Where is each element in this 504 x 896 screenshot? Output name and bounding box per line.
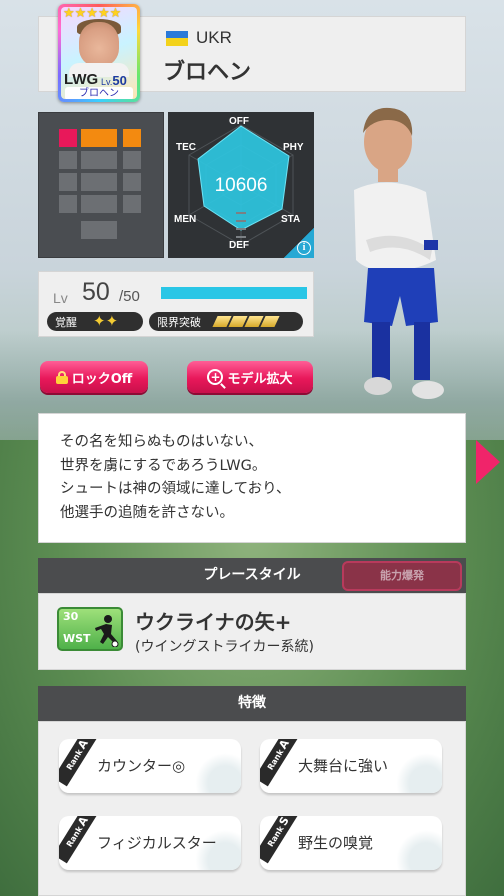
trait-card[interactable]: RankA フィジカルスター xyxy=(59,816,241,870)
trait-label: カウンター◎ xyxy=(97,757,186,775)
formation-cell xyxy=(123,173,141,191)
formation-cell-rwg xyxy=(123,129,141,147)
rank-tag: RankS xyxy=(260,816,302,864)
player-description: その名を知らぬものはいない、 世界を虜にするであろうLWG。 シュートは神の領域… xyxy=(38,413,466,543)
card-level: Lv.50 xyxy=(101,73,127,88)
description-line: 世界を虜にするであろうLWG。 xyxy=(60,457,267,474)
position-formation-map xyxy=(38,112,164,258)
formation-cell xyxy=(59,195,77,213)
lock-icon xyxy=(55,370,68,384)
formation-cell xyxy=(81,195,117,213)
lock-button-label: ロックOff xyxy=(71,371,133,387)
rank-tag: RankA xyxy=(59,739,101,787)
play-style-panel: 30 WST ウクライナの矢+ (ウイングストライカー系統) xyxy=(38,593,466,670)
formation-cell xyxy=(59,173,77,191)
lock-toggle-button[interactable]: ロックOff xyxy=(40,361,148,393)
player-card[interactable]: ★★★★★ LWG Lv.50 ブロヘン xyxy=(58,4,140,102)
formation-cell xyxy=(81,221,117,239)
level-progress-fill xyxy=(161,287,307,299)
formation-cell xyxy=(123,151,141,169)
play-style-name: ウクライナの矢+ xyxy=(135,610,292,634)
description-line: シュートは神の領域に達しており、 xyxy=(60,481,291,497)
level-max: /50 xyxy=(119,288,140,305)
trait-card[interactable]: RankS 野生の嗅覚 xyxy=(260,816,442,870)
description-line: 他選手の追随を許さない。 xyxy=(60,504,234,521)
card-portrait xyxy=(79,22,119,66)
card-name: ブロヘン xyxy=(65,87,133,99)
play-style-subtitle: (ウイングストライカー系統) xyxy=(135,639,314,655)
radar-label-off: OFF xyxy=(229,116,249,127)
info-icon[interactable]: i xyxy=(297,241,311,255)
formation-cell xyxy=(81,151,117,169)
play-style-badge-number: 30 xyxy=(63,610,79,623)
rank-tag: RankA xyxy=(59,816,101,864)
awaken-label: 覚醒 xyxy=(55,315,77,329)
level-label: Lv xyxy=(53,290,68,306)
nation-row: UKR xyxy=(166,28,232,48)
ukraine-flag-icon xyxy=(166,30,188,46)
model-zoom-button[interactable]: + モデル拡大 xyxy=(187,361,313,393)
trait-label: 大舞台に強い xyxy=(298,757,389,775)
formation-cell xyxy=(123,195,141,213)
ability-radar-chart[interactable]: OFF PHY STA DEF MEN TEC 10606 i xyxy=(168,112,314,258)
magnify-plus-icon: + xyxy=(207,369,224,385)
radar-label-sta: STA xyxy=(281,214,301,225)
play-style-badge: 30 WST xyxy=(57,607,123,651)
formation-cell-st xyxy=(81,129,117,147)
level-progress-bar xyxy=(161,287,307,299)
trait-card[interactable]: RankA 大舞台に強い xyxy=(260,739,442,793)
player-3d-model[interactable] xyxy=(350,100,460,420)
radar-label-phy: PHY xyxy=(283,142,304,153)
nation-code: UKR xyxy=(196,28,232,47)
awaken-diamond-icon: ✦✦ xyxy=(93,312,119,330)
radar-label-men: MEN xyxy=(174,214,197,225)
radar-label-tec: TEC xyxy=(176,142,196,153)
traits-header: 特徴 xyxy=(38,686,466,721)
formation-cell xyxy=(81,173,117,191)
awaken-badge: 覚醒 ✦✦ xyxy=(47,312,143,331)
trait-label: フィジカルスター xyxy=(97,834,217,852)
limit-break-label: 限界突破 xyxy=(157,315,201,329)
traits-panel: RankA カウンター◎ RankA 大舞台に強い RankA フィジカルスター… xyxy=(38,721,466,896)
formation-cell-lwg xyxy=(59,129,77,147)
description-line: その名を知らぬものはいない、 xyxy=(60,434,263,450)
limit-break-badge: 限界突破 xyxy=(149,312,303,331)
model-zoom-label: モデル拡大 xyxy=(227,371,293,387)
level-panel: Lv 50 /50 覚醒 ✦✦ 限界突破 xyxy=(38,271,314,337)
rank-tag: RankA xyxy=(260,739,302,787)
play-style-badge-code: WST xyxy=(63,632,91,645)
level-current: 50 xyxy=(82,278,110,306)
limit-break-step xyxy=(260,316,280,327)
total-power: 10606 xyxy=(214,175,268,196)
trait-label: 野生の嗅覚 xyxy=(298,834,374,852)
radar-label-def: DEF xyxy=(229,240,249,251)
formation-cell xyxy=(59,151,77,169)
trait-card[interactable]: RankA カウンター◎ xyxy=(59,739,241,793)
striker-silhouette-icon xyxy=(95,615,119,647)
info-corner[interactable]: i xyxy=(284,228,314,258)
limit-break-steps xyxy=(212,316,280,327)
card-position: LWG xyxy=(64,71,99,88)
next-page-arrow-icon[interactable] xyxy=(476,440,500,484)
ability-burst-button[interactable]: 能力爆発 xyxy=(342,561,462,591)
player-name: ブロヘン xyxy=(163,60,252,85)
